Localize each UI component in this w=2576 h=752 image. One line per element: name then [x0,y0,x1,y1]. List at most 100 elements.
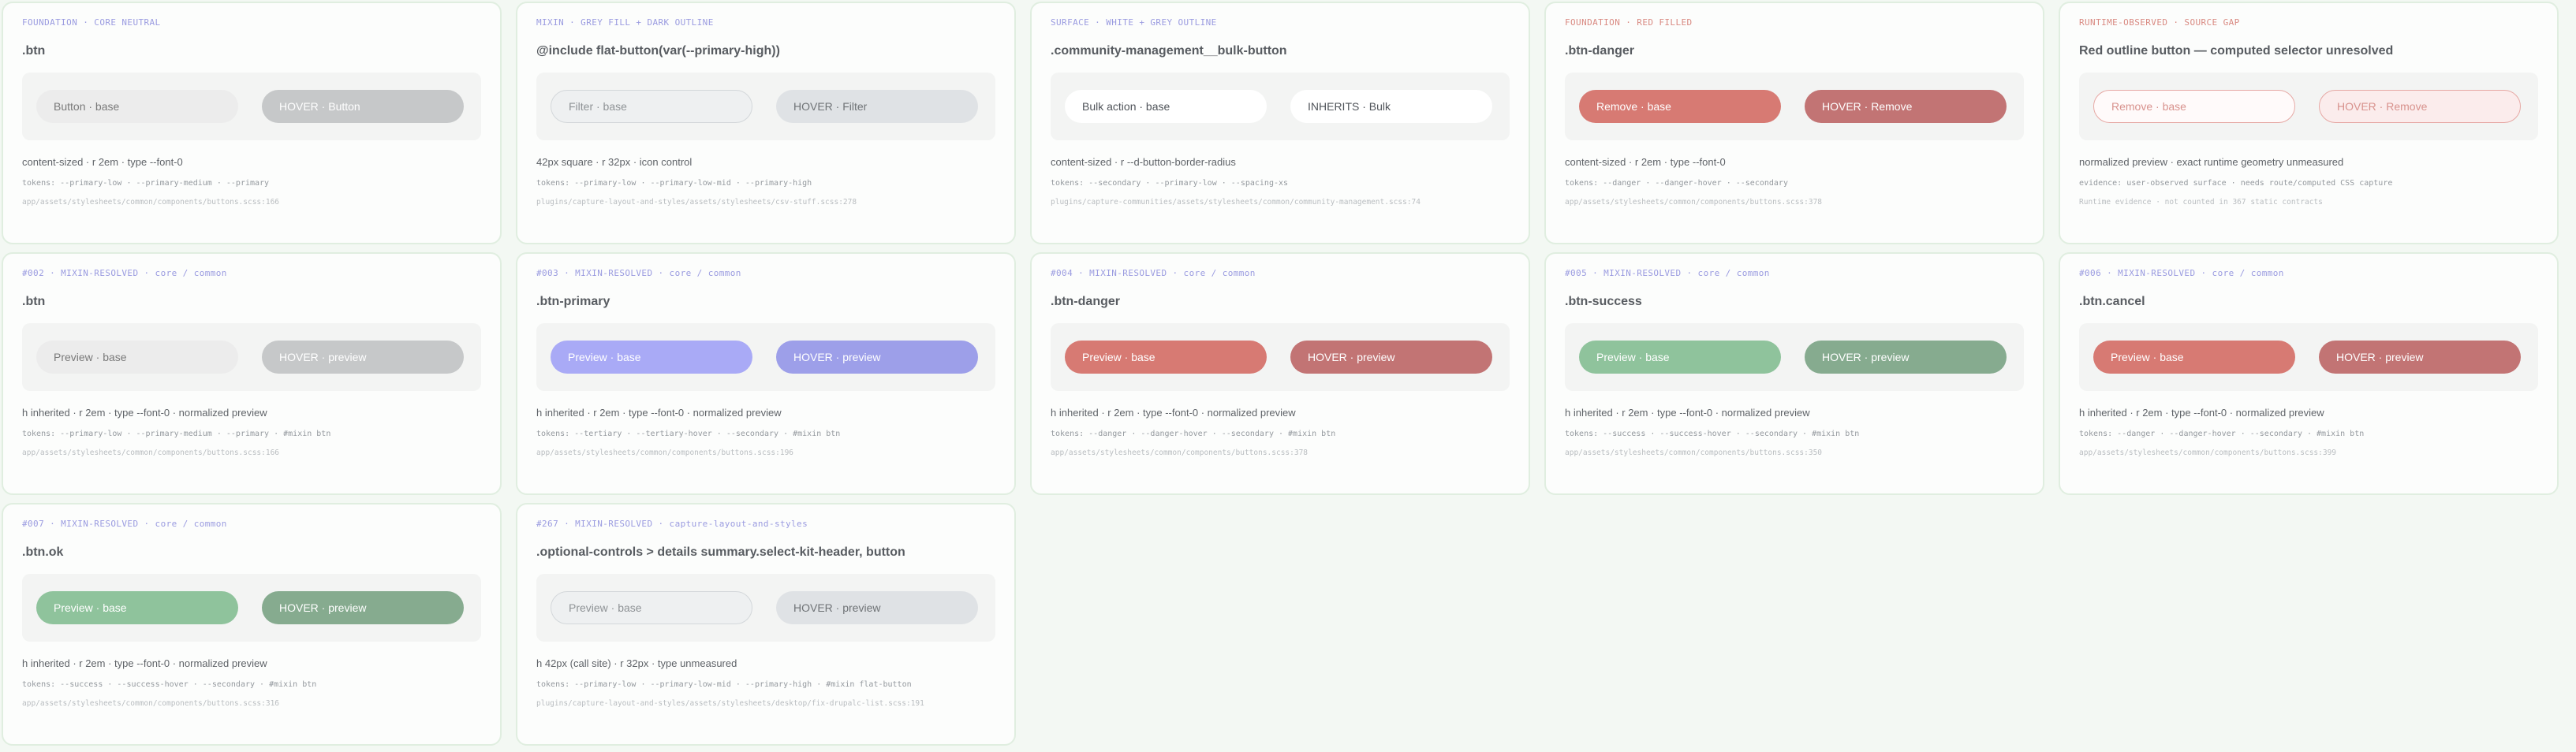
preview-hover-button[interactable]: HOVER · preview [2319,341,2521,374]
card-source-path: plugins/capture-communities/assets/style… [1051,198,1421,207]
card-title: .btn-danger [1051,295,1120,308]
card-tag: FOUNDATION · CORE NEUTRAL [22,17,161,28]
preview-hover-button[interactable]: HOVER · Filter [776,90,978,123]
preview-hover-button[interactable]: HOVER · preview [776,341,978,374]
card-evidence: evidence: user-observed surface · needs … [2079,179,2393,188]
card-title: .btn-primary [536,295,610,308]
card-source-path: app/assets/stylesheets/common/components… [1051,449,1309,457]
contract-card-004: #004 · MIXIN-RESOLVED · core / common .b… [1030,252,1530,495]
card-meta: content-sized · r --d-button-border-radi… [1051,156,1236,168]
card-source-path: app/assets/stylesheets/common/components… [22,198,280,207]
card-title: .optional-controls > details summary.sel… [536,545,905,559]
button-contract-grid: FOUNDATION · CORE NEUTRAL .btn Button · … [2,2,2559,746]
card-tag: #006 · MIXIN-RESOLVED · core / common [2079,268,2284,278]
card-source-path: plugins/capture-layout-and-styles/assets… [536,198,857,207]
preview-base-button[interactable]: Preview · base [1065,341,1267,374]
card-source-path: Runtime evidence · not counted in 367 st… [2079,198,2323,207]
card-tokens: tokens: --success · --success-hover · --… [22,680,317,689]
card-source-path: app/assets/stylesheets/common/components… [536,449,794,457]
card-tag: #003 · MIXIN-RESOLVED · core / common [536,268,741,278]
card-source-path: app/assets/stylesheets/common/components… [2079,449,2337,457]
card-tag: MIXIN · GREY FILL + DARK OUTLINE [536,17,714,28]
button-preview-area: Remove · base HOVER · Remove [2079,73,2538,140]
card-source-path: app/assets/stylesheets/common/components… [1565,449,1823,457]
preview-base-button[interactable]: Preview · base [551,591,752,624]
card-source-path: app/assets/stylesheets/common/components… [22,449,280,457]
card-tag: SURFACE · WHITE + GREY OUTLINE [1051,17,1217,28]
button-preview-area: Filter · base HOVER · Filter [536,73,995,140]
card-meta: h 42px (call site) · r 32px · type unmea… [536,657,737,669]
card-meta: h inherited · r 2em · type --font-0 · no… [1565,407,1810,419]
contract-card-003: #003 · MIXIN-RESOLVED · core / common .b… [516,252,1016,495]
preview-hover-button[interactable]: HOVER · preview [776,591,978,624]
contract-card-006: #006 · MIXIN-RESOLVED · core / common .b… [2059,252,2559,495]
button-preview-area: Preview · base HOVER · preview [1565,323,2024,391]
card-tokens: tokens: --primary-low · --primary-low-mi… [536,179,812,188]
card-tokens: tokens: --danger · --danger-hover · --se… [1565,179,1788,188]
card-tag: RUNTIME-OBSERVED · SOURCE GAP [2079,17,2240,28]
card-tokens: tokens: --primary-low · --primary-medium… [22,179,270,188]
contract-card-btn-danger: FOUNDATION · RED FILLED .btn-danger Remo… [1544,2,2044,244]
card-title: @include flat-button(var(--primary-high)… [536,44,780,58]
button-preview-area: Preview · base HOVER · preview [22,323,481,391]
button-preview-area: Preview · base HOVER · preview [1051,323,1510,391]
card-tag: #007 · MIXIN-RESOLVED · core / common [22,519,227,529]
card-tag: #005 · MIXIN-RESOLVED · core / common [1565,268,1770,278]
button-preview-area: Preview · base HOVER · preview [2079,323,2538,391]
contract-card-267: #267 · MIXIN-RESOLVED · capture-layout-a… [516,503,1016,746]
card-title: .community-management__bulk-button [1051,44,1287,58]
card-title: .btn [22,295,46,308]
preview-base-button[interactable]: Remove · base [1579,90,1781,123]
preview-base-button[interactable]: Preview · base [36,341,238,374]
contract-card-002: #002 · MIXIN-RESOLVED · core / common .b… [2,252,502,495]
button-preview-area: Bulk action · base INHERITS · Bulk [1051,73,1510,140]
card-title: .btn [22,44,46,58]
preview-hover-button[interactable]: HOVER · preview [1290,341,1492,374]
contract-card-red-outline: RUNTIME-OBSERVED · SOURCE GAP Red outlin… [2059,2,2559,244]
card-tag: #004 · MIXIN-RESOLVED · core / common [1051,268,1256,278]
preview-base-button[interactable]: Button · base [36,90,238,123]
card-source-path: app/assets/stylesheets/common/components… [22,699,280,708]
button-preview-area: Remove · base HOVER · Remove [1565,73,2024,140]
preview-hover-button[interactable]: HOVER · preview [262,591,464,624]
contract-card-005: #005 · MIXIN-RESOLVED · core / common .b… [1544,252,2044,495]
contract-card-btn-core: FOUNDATION · CORE NEUTRAL .btn Button · … [2,2,502,244]
preview-hover-button[interactable]: HOVER · preview [262,341,464,374]
card-meta: h inherited · r 2em · type --font-0 · no… [536,407,782,419]
contract-card-flat-button: MIXIN · GREY FILL + DARK OUTLINE @includ… [516,2,1016,244]
card-tag: #267 · MIXIN-RESOLVED · capture-layout-a… [536,519,808,529]
card-source-path: app/assets/stylesheets/common/components… [1565,198,1823,207]
button-preview-area: Preview · base HOVER · preview [22,574,481,642]
preview-base-button[interactable]: Filter · base [551,90,752,123]
card-title: .btn.cancel [2079,295,2145,308]
preview-base-button[interactable]: Preview · base [551,341,752,374]
preview-hover-button[interactable]: HOVER · Button [262,90,464,123]
card-meta: h inherited · r 2em · type --font-0 · no… [22,407,267,419]
card-tokens: tokens: --danger · --danger-hover · --se… [1051,430,1336,438]
preview-inherits-button[interactable]: INHERITS · Bulk [1290,90,1492,123]
contract-card-007: #007 · MIXIN-RESOLVED · core / common .b… [2,503,502,746]
card-title: Red outline button — computed selector u… [2079,44,2394,58]
card-tokens: tokens: --tertiary · --tertiary-hover · … [536,430,841,438]
card-title: .btn-success [1565,295,1642,308]
preview-base-button[interactable]: Preview · base [36,591,238,624]
card-meta: 42px square · r 32px · icon control [536,156,693,168]
card-meta: content-sized · r 2em · type --font-0 [22,156,183,168]
card-tokens: tokens: --primary-low · --primary-medium… [22,430,331,438]
preview-hover-button[interactable]: HOVER · preview [1805,341,2007,374]
preview-base-button[interactable]: Preview · base [1579,341,1781,374]
card-meta: content-sized · r 2em · type --font-0 [1565,156,1726,168]
card-tokens: tokens: --success · --success-hover · --… [1565,430,1860,438]
card-source-path: plugins/capture-layout-and-styles/assets… [536,699,924,708]
button-preview-area: Preview · base HOVER · preview [536,574,995,642]
button-preview-area: Preview · base HOVER · preview [536,323,995,391]
preview-base-button[interactable]: Bulk action · base [1065,90,1267,123]
preview-hover-button[interactable]: HOVER · Remove [1805,90,2007,123]
preview-base-button[interactable]: Remove · base [2093,90,2295,123]
card-meta: normalized preview · exact runtime geome… [2079,156,2344,168]
preview-hover-button[interactable]: HOVER · Remove [2319,90,2521,123]
card-tag: FOUNDATION · RED FILLED [1565,17,1693,28]
preview-base-button[interactable]: Preview · base [2093,341,2295,374]
card-title: .btn-danger [1565,44,1634,58]
card-tokens: tokens: --danger · --danger-hover · --se… [2079,430,2365,438]
